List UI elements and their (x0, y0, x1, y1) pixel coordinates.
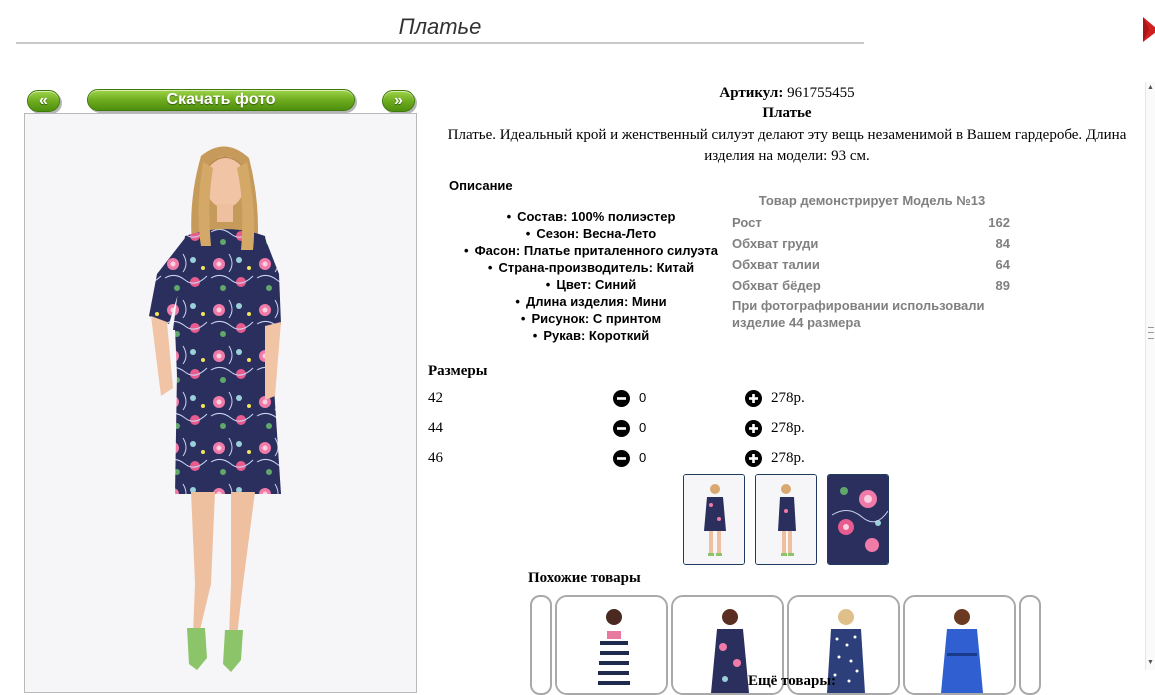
model-row: Обхват талии 64 (732, 254, 1012, 275)
size-label: 44 (428, 420, 443, 436)
attribute-list: Состав: 100% полиэстер Сезон: Весна-Лето… (445, 208, 737, 344)
size-row: 44 0 278р. (428, 417, 828, 441)
price: 278р. (771, 390, 805, 406)
minus-circle-icon[interactable] (613, 390, 630, 407)
model-row-label: Рост (732, 215, 762, 230)
scroll-grip-icon[interactable] (1148, 327, 1154, 339)
sku-label: Артикул: (719, 85, 784, 101)
plus-circle-icon[interactable] (745, 390, 762, 407)
size-row: 42 0 278р. (428, 387, 828, 411)
attribute-item: Состав: 100% полиэстер (445, 208, 737, 225)
quantity-value: 0 (639, 450, 647, 465)
similar-product-card[interactable] (555, 595, 668, 695)
similar-next-arrow[interactable] (1019, 595, 1041, 695)
similar-product-card[interactable] (903, 595, 1016, 695)
attribute-item: Рукав: Короткий (445, 327, 737, 344)
thumbnail-image (756, 475, 816, 564)
description-heading: Описание (449, 178, 513, 193)
similar-product-image (557, 597, 666, 693)
photo-thumbnail[interactable] (755, 474, 817, 565)
vertical-scrollbar[interactable] (1145, 82, 1155, 670)
close-icon[interactable] (1140, 14, 1155, 44)
model-note: При фотографировании использовали издели… (732, 298, 985, 330)
size-label: 46 (428, 450, 443, 466)
model-row: Обхват груди 84 (732, 233, 1012, 254)
more-products-heading: Ещё товары: (748, 673, 837, 689)
photo-thumbnail[interactable] (683, 474, 745, 565)
price: 278р. (771, 420, 805, 436)
prev-photo-button[interactable]: « (27, 90, 60, 112)
thumbnail-image (684, 475, 744, 564)
next-photo-button[interactable]: » (382, 90, 415, 112)
plus-circle-icon[interactable] (745, 450, 762, 467)
product-description: Платье. Идеальный крой и женственный сил… (447, 127, 1127, 164)
plus-circle-icon[interactable] (745, 420, 762, 437)
product-name: Платье (762, 105, 812, 121)
quantity-value: 0 (639, 420, 647, 435)
model-row-label: Обхват талии (732, 257, 820, 272)
model-figure-image (25, 114, 416, 692)
model-row-value: 162 (988, 215, 1010, 230)
similar-products-heading: Похожие товары (528, 570, 641, 586)
page-title: Платье (16, 12, 864, 44)
sku-line: Артикул: 961755455 (422, 85, 1152, 102)
minus-circle-icon[interactable] (613, 450, 630, 467)
similar-product-image (905, 597, 1014, 693)
sku-value: 961755455 (787, 85, 855, 101)
model-row-label: Обхват груди (732, 236, 819, 251)
quantity-value: 0 (639, 390, 647, 405)
model-measurements: Товар демонстрирует Модель №13 Рост 162 … (732, 191, 1012, 331)
thumbnail-image (828, 475, 888, 564)
attribute-item: Рисунок: С принтом (445, 310, 737, 327)
model-row-value: 84 (995, 236, 1010, 251)
scroll-down-icon[interactable]: ▼ (1146, 657, 1155, 667)
attribute-item: Цвет: Синий (445, 276, 737, 293)
minus-circle-icon[interactable] (613, 420, 630, 437)
model-row: Обхват бёдер 89 (732, 275, 1012, 296)
attribute-item: Фасон: Платье приталенного силуэта (445, 242, 737, 259)
model-row-label: Обхват бёдер (732, 278, 821, 293)
model-row-value: 89 (995, 278, 1010, 293)
attribute-item: Страна-производитель: Китай (445, 259, 737, 276)
similar-prev-arrow[interactable] (530, 595, 552, 695)
model-row: Рост 162 (732, 212, 1012, 233)
download-photo-button[interactable]: Скачать фото (87, 89, 355, 111)
sizes-heading: Размеры (428, 363, 488, 379)
main-product-photo[interactable] (24, 113, 417, 693)
size-row: 46 0 278р. (428, 447, 828, 471)
photo-thumbnail[interactable] (827, 474, 889, 565)
price: 278р. (771, 450, 805, 466)
model-row-value: 64 (995, 257, 1010, 272)
model-title: Товар демонстрирует Модель №13 (758, 193, 986, 208)
attribute-item: Сезон: Весна-Лето (445, 225, 737, 242)
size-label: 42 (428, 390, 443, 406)
scroll-up-icon[interactable]: ▲ (1146, 82, 1155, 92)
attribute-item: Длина изделия: Мини (445, 293, 737, 310)
